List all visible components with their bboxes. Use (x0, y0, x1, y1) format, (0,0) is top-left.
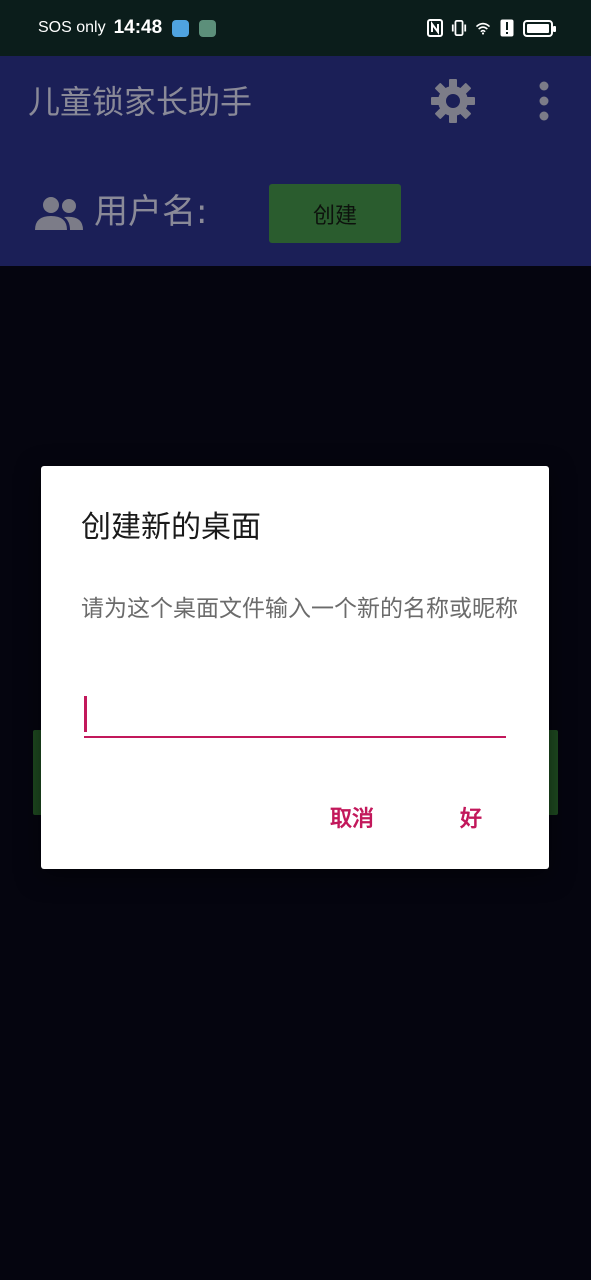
battery-icon (523, 19, 556, 37)
status-left: SOS only 14:48 (38, 17, 217, 39)
create-button[interactable]: 创建 (269, 184, 401, 243)
gear-icon[interactable] (430, 78, 476, 124)
more-vert-icon[interactable] (528, 80, 560, 124)
dialog-title: 创建新的桌面 (81, 510, 261, 545)
status-bar: SOS only 14:48 (0, 0, 591, 56)
vibrate-icon (451, 18, 467, 38)
carrier-text: SOS only (38, 19, 106, 36)
cancel-button[interactable]: 取消 (317, 792, 387, 842)
users-icon (34, 196, 84, 232)
wifi-icon (475, 18, 491, 38)
status-right (427, 18, 556, 38)
app-title: 儿童锁家长助手 (28, 83, 253, 121)
create-desktop-dialog: 创建新的桌面 请为这个桌面文件输入一个新的名称或昵称 取消 好 (41, 466, 549, 869)
text-caret (84, 696, 87, 732)
dialog-message: 请为这个桌面文件输入一个新的名称或昵称 (81, 596, 518, 622)
alert-icon (499, 18, 515, 38)
nfc-icon (427, 18, 443, 38)
desktop-name-input[interactable] (84, 688, 506, 738)
weather-app-icon (172, 19, 190, 37)
ok-button[interactable]: 好 (449, 792, 493, 842)
clock: 14:48 (113, 17, 163, 38)
username-label: 用户名: (94, 192, 208, 232)
person-app-icon (199, 19, 217, 37)
